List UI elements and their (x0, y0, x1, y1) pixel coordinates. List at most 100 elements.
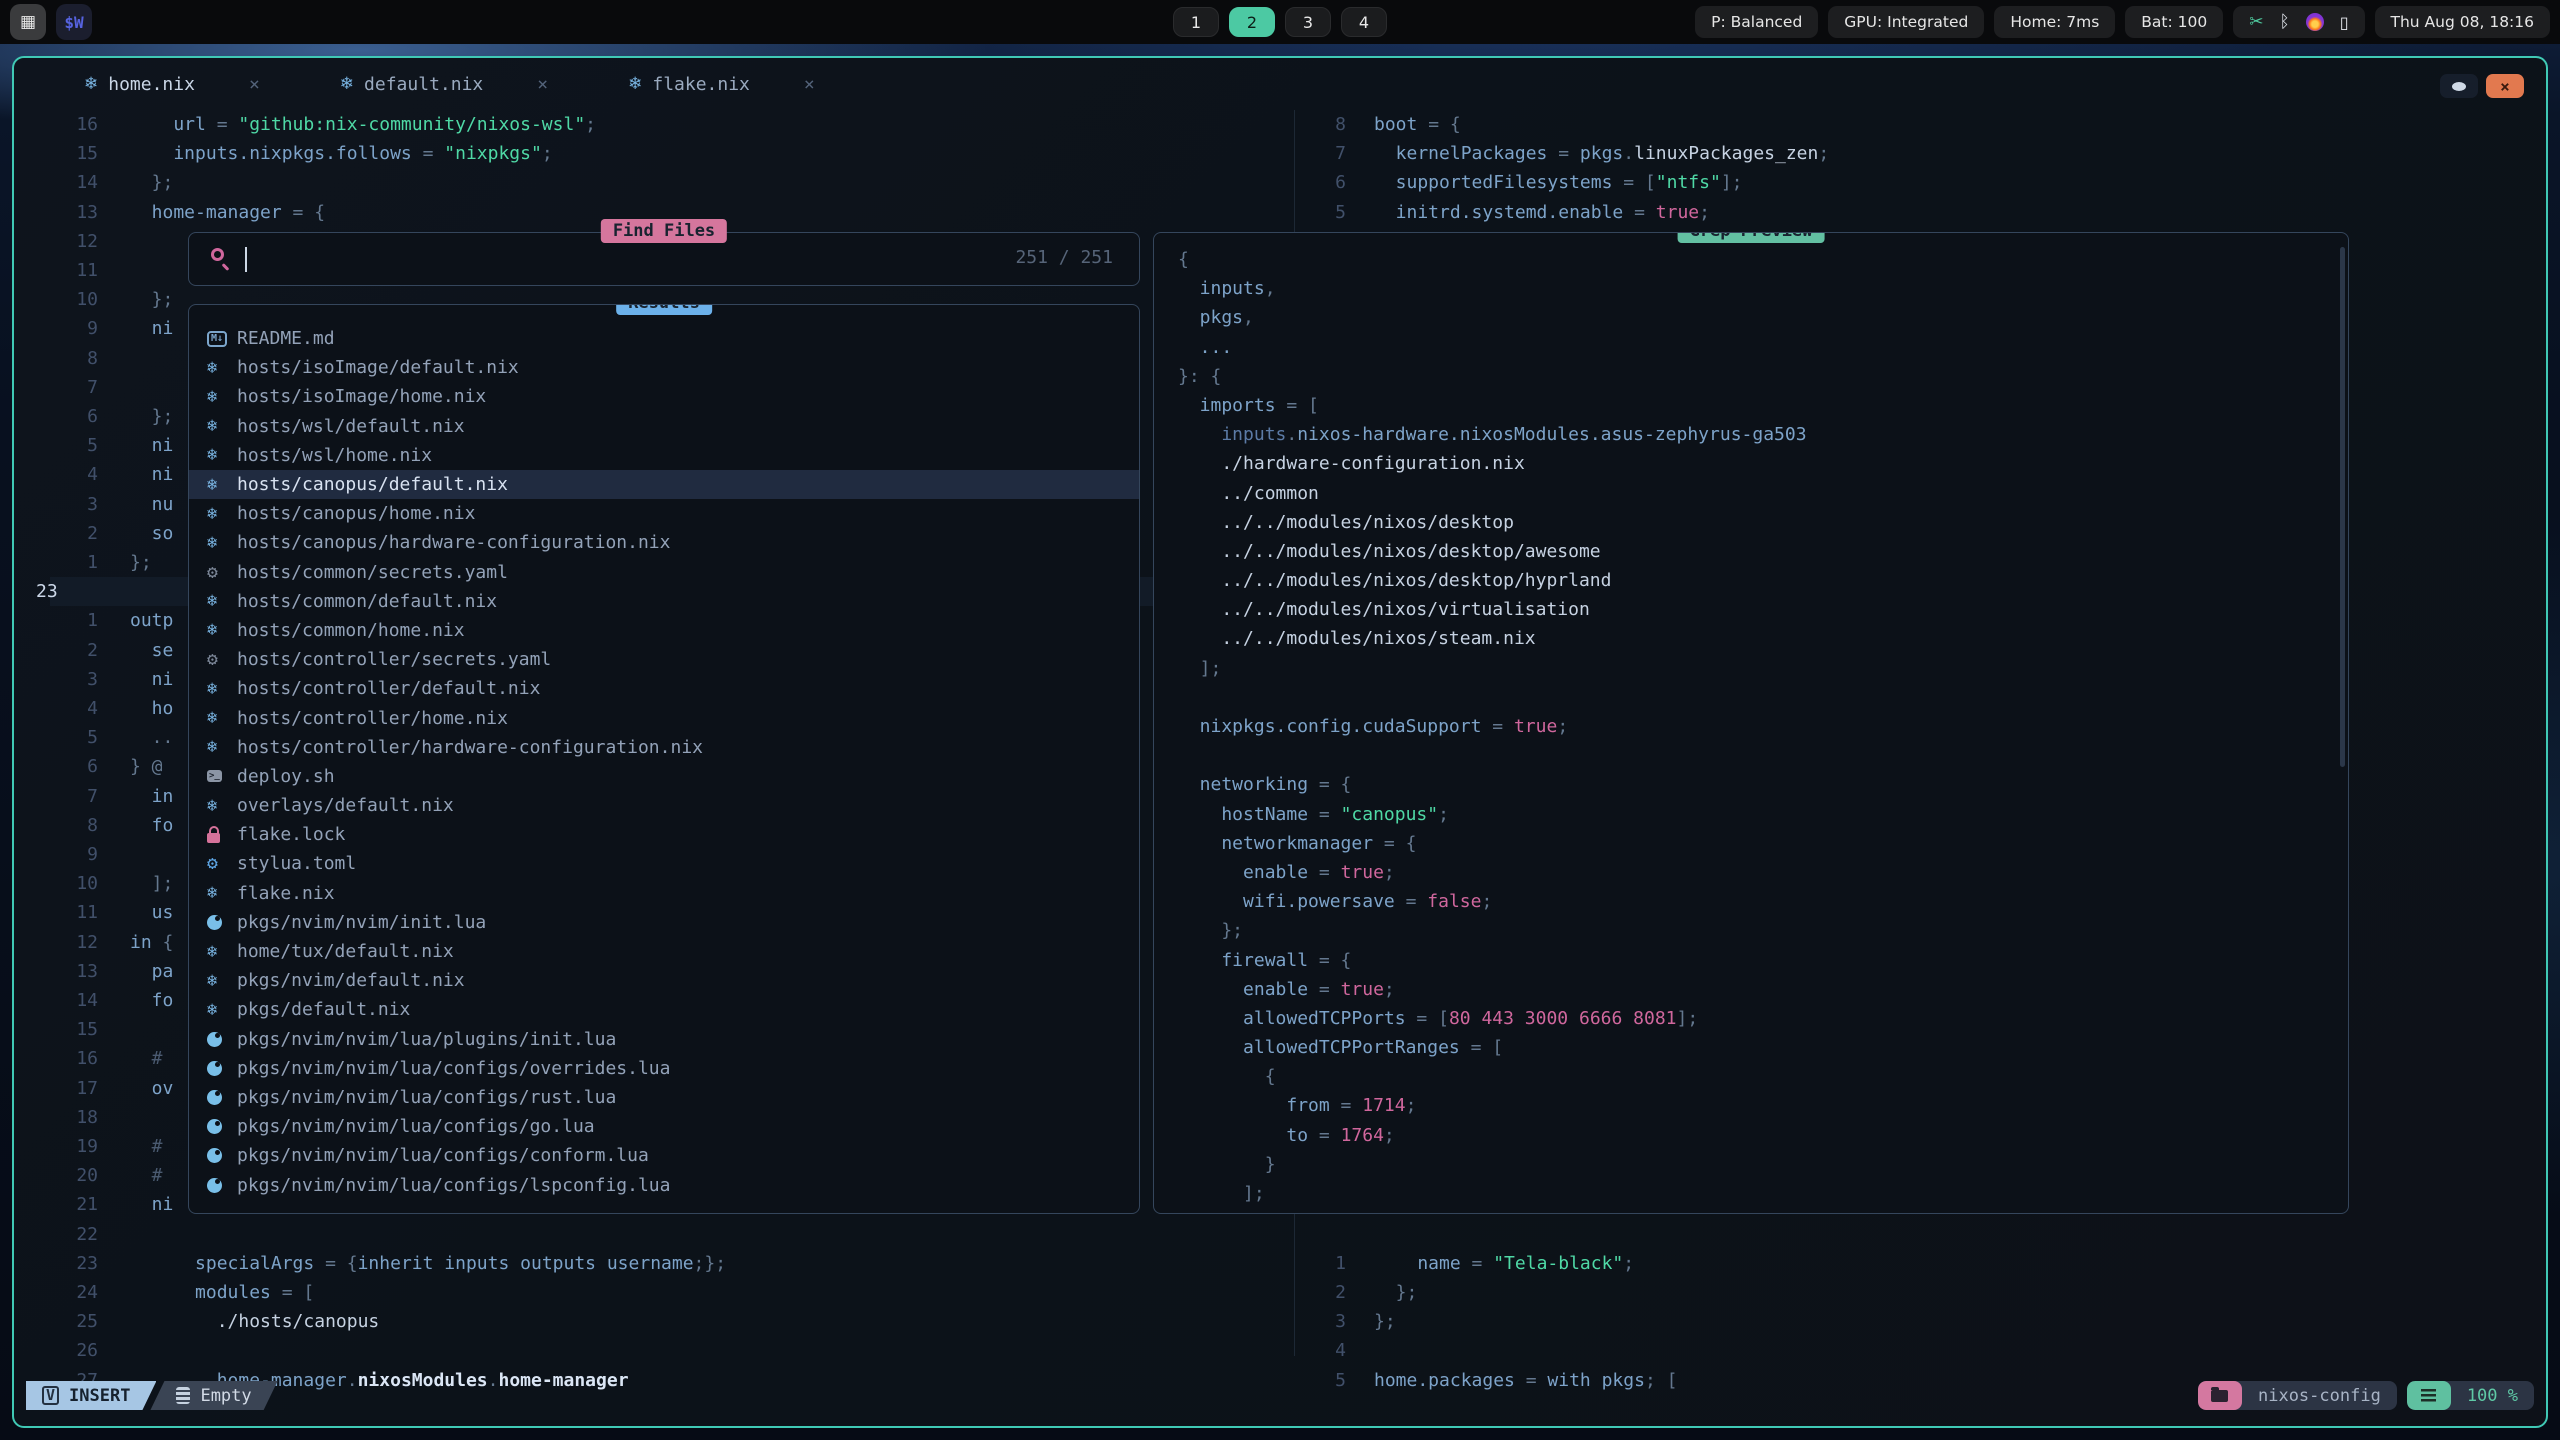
code-line[interactable]: initrd.systemd.enable = true; (1374, 198, 1710, 227)
code-line[interactable]: se (130, 636, 173, 665)
result-item[interactable]: ❄hosts/wsl/default.nix (189, 412, 1139, 441)
code-line[interactable]: home-manager = { (130, 198, 325, 227)
code-line[interactable]: # (130, 1044, 163, 1073)
app-launcher-button[interactable]: ▦ (10, 4, 46, 40)
result-item[interactable]: pkgs/nvim/nvim/lua/configs/overrides.lua (189, 1054, 1139, 1083)
code-line[interactable]: ./hosts/canopus (130, 1307, 379, 1336)
result-item[interactable]: pkgs/nvim/nvim/lua/configs/go.lua (189, 1112, 1139, 1141)
result-item[interactable]: ❄hosts/controller/default.nix (189, 674, 1139, 703)
code-line[interactable]: # (130, 1161, 163, 1190)
tab-home-nix[interactable]: ❄ home.nix × (84, 74, 260, 95)
ping-pill[interactable]: Home: 7ms (1994, 6, 2115, 38)
result-item[interactable]: ❄hosts/common/home.nix (189, 616, 1139, 645)
tab-default-nix[interactable]: ❄ default.nix × (340, 74, 548, 95)
phone-icon[interactable]: ▯ (2340, 13, 2349, 32)
power-profile-pill[interactable]: P: Balanced (1695, 6, 1818, 38)
code-line[interactable]: inputs.nixpkgs.follows = "nixpkgs"; (130, 139, 553, 168)
result-filename: stylua.toml (237, 853, 356, 874)
code-line[interactable]: name = "Tela-black"; (1374, 1249, 1634, 1278)
tab-close-icon[interactable]: × (804, 74, 815, 95)
code-line[interactable]: ]; (130, 869, 173, 898)
tab-close-icon[interactable]: × (537, 74, 548, 95)
result-item[interactable]: pkgs/nvim/nvim/lua/configs/conform.lua (189, 1141, 1139, 1170)
code-line[interactable]: } @ (130, 752, 163, 781)
code-line[interactable]: ni (130, 1190, 173, 1219)
code-line[interactable]: so (130, 519, 173, 548)
code-line[interactable]: boot = { (1374, 110, 1461, 139)
code-line[interactable]: pa (130, 957, 173, 986)
code-line[interactable]: modules = [ (130, 1278, 314, 1307)
code-line[interactable]: }; (1374, 1307, 1396, 1336)
code-line[interactable]: in { (130, 928, 173, 957)
result-item[interactable]: ⚙hosts/common/secrets.yaml (189, 558, 1139, 587)
result-item[interactable]: ⚙stylua.toml (189, 849, 1139, 878)
code-line[interactable]: # (130, 1132, 163, 1161)
code-line[interactable]: fo (130, 811, 173, 840)
battery-pill[interactable]: Bat: 100 (2125, 6, 2223, 38)
code-line[interactable]: ho (130, 694, 173, 723)
result-item[interactable]: flake.lock (189, 820, 1139, 849)
code-line[interactable]: us (130, 898, 173, 927)
code-line[interactable]: }; (130, 168, 173, 197)
result-item[interactable]: ❄hosts/canopus/default.nix (189, 470, 1139, 499)
result-item[interactable]: ❄hosts/isoImage/home.nix (189, 382, 1139, 411)
lua-file-icon (207, 1061, 237, 1076)
result-item[interactable]: ⚙hosts/controller/secrets.yaml (189, 645, 1139, 674)
code-line[interactable]: ni (130, 460, 173, 489)
result-item[interactable]: >_deploy.sh (189, 762, 1139, 791)
code-line[interactable]: kernelPackages = pkgs.linuxPackages_zen; (1374, 139, 1829, 168)
result-item[interactable]: ❄hosts/wsl/home.nix (189, 441, 1139, 470)
result-item[interactable]: ❄pkgs/default.nix (189, 995, 1139, 1024)
result-item[interactable]: ❄hosts/canopus/hardware-configuration.ni… (189, 528, 1139, 557)
result-item[interactable]: pkgs/nvim/nvim/lua/configs/rust.lua (189, 1083, 1139, 1112)
result-item[interactable]: ❄hosts/controller/hardware-configuration… (189, 733, 1139, 762)
code-line[interactable]: fo (130, 986, 173, 1015)
result-item[interactable]: ❄flake.nix (189, 879, 1139, 908)
workspace-1-button[interactable]: 1 (1173, 7, 1219, 37)
result-item[interactable]: ❄hosts/isoImage/default.nix (189, 353, 1139, 382)
code-line[interactable]: }; (130, 285, 173, 314)
code-line[interactable]: ni (130, 314, 173, 343)
result-item[interactable]: ❄home/tux/default.nix (189, 937, 1139, 966)
code-line[interactable]: .. (130, 723, 173, 752)
code-line[interactable]: nu (130, 490, 173, 519)
toggle-visibility-button[interactable] (2440, 74, 2478, 98)
code-line[interactable]: }; (130, 402, 173, 431)
workspace-4-button[interactable]: 4 (1341, 7, 1387, 37)
result-filename: hosts/canopus/hardware-configuration.nix (237, 532, 670, 553)
scroll-badge (2407, 1381, 2451, 1410)
result-item[interactable]: ❄pkgs/nvim/default.nix (189, 966, 1139, 995)
code-line[interactable]: ov (130, 1074, 173, 1103)
tab-flake-nix[interactable]: ❄ flake.nix × (628, 74, 815, 95)
bluetooth-icon[interactable]: ᛒ (2280, 12, 2290, 32)
workspace-3-button[interactable]: 3 (1285, 7, 1331, 37)
result-item[interactable]: pkgs/nvim/nvim/lua/configs/lspconfig.lua (189, 1170, 1139, 1199)
gpu-mode-pill[interactable]: GPU: Integrated (1828, 6, 1984, 38)
vpn-flame-icon[interactable] (2306, 13, 2324, 31)
tab-close-icon[interactable]: × (249, 74, 260, 95)
code-line[interactable]: ni (130, 665, 173, 694)
clock-pill[interactable]: Thu Aug 08, 18:16 (2375, 6, 2550, 38)
code-line[interactable]: supportedFilesystems = ["ntfs"]; (1374, 168, 1743, 197)
window-close-button[interactable]: × (2486, 74, 2524, 98)
result-item[interactable]: ❄overlays/default.nix (189, 791, 1139, 820)
result-item[interactable]: pkgs/nvim/nvim/lua/plugins/init.lua (189, 1025, 1139, 1054)
result-item[interactable]: pkgs/nvim/nvim/init.lua (189, 908, 1139, 937)
code-line[interactable]: in (130, 782, 173, 811)
preview-scrollbar[interactable] (2340, 247, 2345, 767)
find-files-prompt[interactable]: Find Files 251 / 251 (188, 232, 1140, 286)
result-item[interactable]: ❄hosts/canopus/home.nix (189, 499, 1139, 528)
network-icon[interactable]: ✂ (2249, 12, 2263, 32)
logo-button[interactable]: $W (56, 4, 92, 40)
workspace-2-button[interactable]: 2 (1229, 7, 1275, 37)
code-line[interactable]: ni (130, 431, 173, 460)
result-item[interactable]: M↓README.md (189, 324, 1139, 353)
code-line[interactable]: specialArgs = {inherit inputs outputs us… (130, 1249, 726, 1278)
code-line[interactable]: outp (130, 606, 173, 635)
code-line[interactable]: }; (130, 548, 152, 577)
line-number: 11 (50, 256, 98, 285)
code-line[interactable]: url = "github:nix-community/nixos-wsl"; (130, 110, 596, 139)
code-line[interactable]: }; (1374, 1278, 1417, 1307)
result-item[interactable]: ❄hosts/controller/home.nix (189, 703, 1139, 732)
result-item[interactable]: ❄hosts/common/default.nix (189, 587, 1139, 616)
